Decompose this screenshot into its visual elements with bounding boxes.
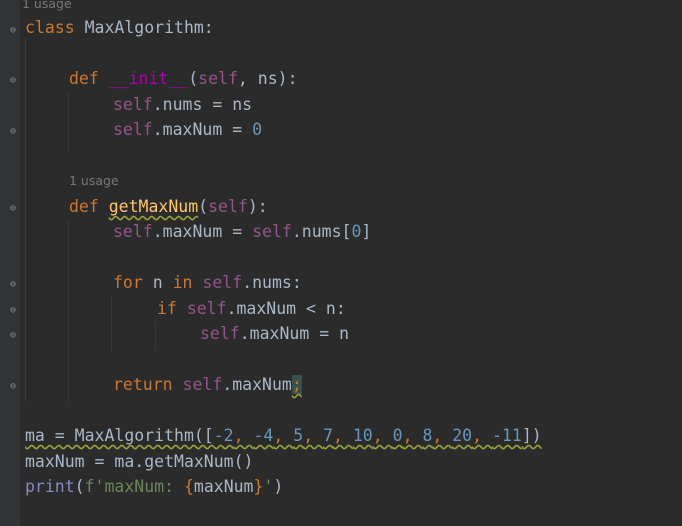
list-number: 5 — [293, 426, 304, 445]
condition: .maxNum < n: — [226, 299, 346, 318]
bracket: ]) — [521, 426, 542, 445]
comma: , — [372, 426, 393, 445]
indent-guide — [111, 296, 112, 351]
comma: , — [472, 426, 492, 445]
comma: , — [432, 426, 453, 445]
paren: ): — [247, 197, 268, 216]
code-line-init-maxnum: self.maxNum = self.nums[0] — [113, 222, 371, 242]
fold-for-icon[interactable]: ⊖ — [10, 279, 20, 291]
class-name: MaxAlgorithm: — [74, 18, 214, 37]
code-line-update-max: self.maxNum = n — [200, 324, 349, 344]
semicolon[interactable]: ; — [291, 375, 302, 394]
params: , ns): — [237, 69, 298, 88]
number: 0 — [252, 120, 263, 139]
indent-guide — [68, 220, 69, 402]
list-number: -2 — [213, 426, 234, 445]
fold-end-init-icon[interactable]: ⊖ — [10, 126, 20, 138]
fold-init-icon[interactable]: ⊖ — [10, 75, 20, 87]
instantiation-expr: ma = MaxAlgorithm([-2, -4, 5, 7, 10, 0, … — [25, 426, 542, 445]
fold-end-getmax-icon[interactable]: ⊖ — [10, 381, 20, 393]
self-ref: self — [202, 273, 243, 292]
keyword: in — [172, 273, 193, 292]
self-ref: self — [113, 222, 153, 241]
list-number: -11 — [492, 426, 522, 445]
keyword: def — [69, 197, 99, 216]
self-ref: self — [113, 95, 153, 114]
self-param: self — [198, 69, 238, 88]
keyword: return — [113, 375, 173, 394]
statement: .nums[ — [291, 222, 352, 241]
brace: } — [253, 477, 264, 496]
keyword: class — [25, 18, 75, 37]
list-number: 10 — [352, 426, 373, 445]
fstring-var: maxNum — [193, 477, 254, 496]
fstring: ' — [263, 477, 274, 496]
fold-if-icon[interactable]: ⊖ — [10, 305, 20, 317]
code-line-return: return self.maxNum; — [113, 375, 302, 395]
comma: , — [303, 426, 324, 445]
fold-getmax-icon[interactable]: ⊖ — [10, 203, 20, 215]
statement: .nums: — [242, 273, 302, 292]
fstring: f'maxNum: — [84, 477, 184, 496]
brace: { — [183, 477, 194, 496]
statement: .maxNum — [222, 375, 292, 394]
keyword: for — [113, 273, 143, 292]
keyword: def — [69, 69, 99, 88]
builtin-print: print — [25, 477, 75, 496]
list-number: 8 — [422, 426, 433, 445]
fold-end-if-icon[interactable]: ⊖ — [10, 330, 20, 342]
statement: .maxNum = — [152, 120, 253, 139]
statement: .maxNum = n — [239, 324, 350, 343]
code-line-instantiate: ma = MaxAlgorithm([-2, -4, 5, 7, 10, 0, … — [25, 426, 542, 446]
comma: , — [333, 426, 353, 445]
statement: ma = MaxAlgorithm([ — [25, 426, 214, 445]
indent-guide — [155, 322, 156, 350]
self-ref: self — [252, 222, 292, 241]
paren: ( — [198, 197, 209, 216]
method-name: __init__ — [108, 69, 189, 88]
code-line-class: class MaxAlgorithm: — [25, 18, 214, 38]
statement: maxNum = ma.getMaxNum() — [25, 452, 254, 471]
keyword: if — [157, 299, 177, 318]
method-name: getMaxNum — [108, 197, 199, 216]
self-param: self — [208, 197, 248, 216]
indent-guide — [68, 92, 69, 152]
list-number: 0 — [392, 426, 403, 445]
paren: ( — [74, 477, 85, 496]
list-values: -2, -4, 5, 7, 10, 0, 8, 20, -11 — [214, 426, 522, 445]
list-number: 7 — [323, 426, 333, 445]
self-ref: self — [186, 299, 227, 318]
code-line-for: for n in self.nums: — [113, 273, 302, 293]
comma: , — [273, 426, 294, 445]
statement: .nums = ns — [152, 95, 253, 114]
usage-hint-method[interactable]: 1 usage — [69, 173, 119, 188]
bracket: ] — [361, 222, 372, 241]
paren: ) — [273, 477, 284, 496]
code-line-print: print(f'maxNum: {maxNum}') — [25, 477, 283, 497]
code-line-call: maxNum = ma.getMaxNum() — [25, 452, 253, 472]
self-ref: self — [182, 375, 223, 394]
self-ref: self — [113, 120, 153, 139]
comma: , — [402, 426, 423, 445]
loop-var: n — [142, 273, 173, 292]
list-number: 20 — [452, 426, 473, 445]
number: 0 — [351, 222, 362, 241]
code-line-if: if self.maxNum < n: — [157, 299, 346, 319]
indent-guide — [25, 40, 26, 402]
usage-hint-class[interactable]: 1 usage — [22, 0, 72, 11]
code-line-assign-maxnum: self.maxNum = 0 — [113, 120, 262, 140]
comma: , — [233, 426, 254, 445]
self-ref: self — [200, 324, 240, 343]
paren: ( — [188, 69, 199, 88]
code-line-assign-nums: self.nums = ns — [113, 95, 252, 115]
code-line-init: def __init__(self, ns): — [69, 69, 298, 89]
code-line-getmaxnum-def: def getMaxNum(self): — [69, 197, 268, 217]
statement: .maxNum = — [152, 222, 253, 241]
list-number: -4 — [253, 426, 274, 445]
fold-class-icon[interactable]: ⊖ — [10, 25, 20, 37]
